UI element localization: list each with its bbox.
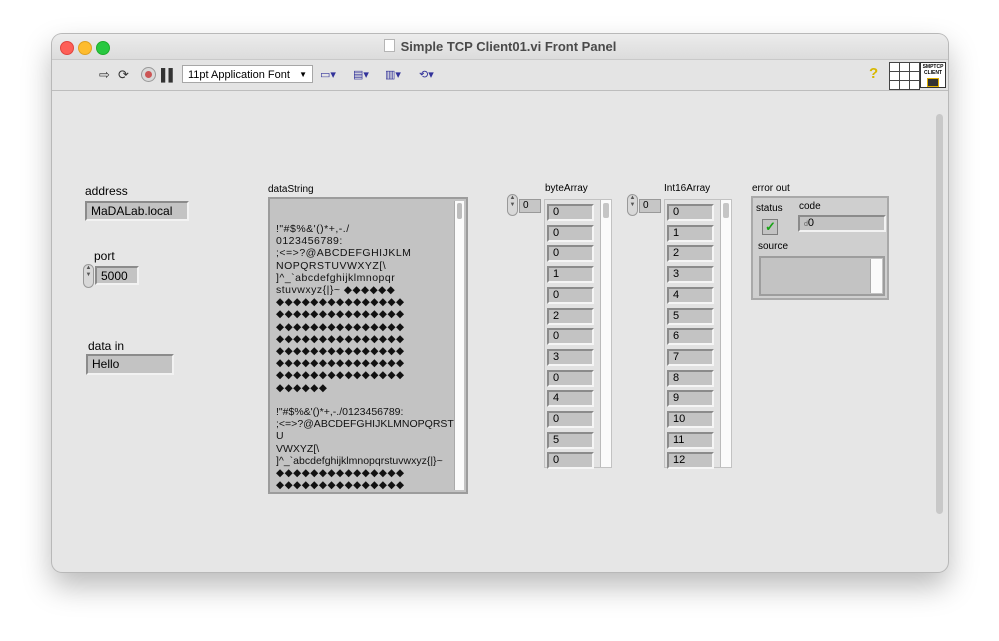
- bytearray-index-increment-icon[interactable]: ▲ ▼: [507, 194, 518, 216]
- int16array-element[interactable]: 8: [667, 369, 714, 387]
- datastring-line: !"#$%&'()*+,-./0123456789:: [276, 406, 404, 419]
- help-icon[interactable]: ?: [869, 65, 878, 83]
- datastring-line: ◆◆◆◆◆◆◆◆◆◆◆◆◆◆◆: [276, 308, 405, 321]
- datastring-line: [276, 394, 454, 406]
- int16array-element[interactable]: 2: [667, 245, 714, 263]
- datastring-line: ]^_`abcdefghijklmnopqr: [276, 271, 396, 284]
- vi-icon[interactable]: SMPTCP CLIENT: [920, 62, 946, 88]
- datastring-line: !"#$%&'()*+,-./: [276, 223, 350, 235]
- resize-objects-icon[interactable]: ▥▾: [385, 66, 409, 84]
- int16array-element[interactable]: 10: [667, 411, 714, 428]
- vertical-scrollbar[interactable]: [936, 114, 943, 514]
- datastring-line: ◆◆◆◆◆◆◆◆◆◆◆◆◆◆◆: [276, 467, 405, 480]
- document-icon: [383, 39, 395, 52]
- int16array-element[interactable]: 7: [667, 348, 714, 366]
- bytearray-element[interactable]: 0: [547, 411, 594, 428]
- bytearray-element[interactable]: 0: [547, 452, 594, 470]
- int16array-element[interactable]: 6: [667, 328, 714, 346]
- code-label: code: [799, 201, 821, 212]
- int16array-element[interactable]: 12: [667, 452, 714, 470]
- status-check-icon[interactable]: [762, 219, 778, 235]
- title-bar: Simple TCP Client01.vi Front Panel: [52, 34, 948, 60]
- front-panel-window: Simple TCP Client01.vi Front Panel ⇨ ⟳ ▌…: [52, 34, 948, 572]
- datastring-label: dataString: [268, 184, 314, 195]
- port-label: port: [94, 249, 115, 263]
- pause-button[interactable]: ▌▌: [161, 66, 177, 84]
- bytearray-element[interactable]: 2: [547, 307, 594, 325]
- int16array-element[interactable]: 11: [667, 431, 714, 449]
- int16array-index-increment-icon[interactable]: ▲ ▼: [627, 194, 638, 216]
- datastring-line: ◆◆◆◆◆◆◆◆◆◆◆◆◆◆◆: [276, 296, 405, 309]
- address-field[interactable]: MaDALab.local: [85, 201, 189, 221]
- datastring-line: ]^_`abcdefghijklmnopqrstuvwxyz{|}~: [276, 454, 443, 467]
- int16array-indicator: 0 1 2 3 4 5 6 7 8 9 10 11 12: [664, 199, 732, 470]
- bytearray-index[interactable]: 0: [519, 199, 541, 213]
- datastring-text: !"#$%&'()*+,-./0123456789: ;<=>?@ABCDEFGH…: [276, 223, 454, 492]
- datastring-line: ◆◆◆◆◆◆◆◆◆◆◆◆◆◆◆: [276, 491, 454, 492]
- datastring-line: stuvwxyz{|}~ ◆◆◆◆◆◆: [276, 284, 396, 297]
- int16array-index[interactable]: 0: [639, 199, 661, 213]
- int16array-element[interactable]: 9: [667, 390, 714, 408]
- bytearray-element[interactable]: 4: [547, 390, 594, 408]
- toolbar: ⇨ ⟳ ▌▌ 11pt Application Font ▼ ▭▾ ▤▾ ▥▾ ⟲…: [52, 60, 948, 91]
- datastring-line: ◆◆◆◆◆◆◆◆◆◆◆◆◆◆◆: [276, 369, 405, 382]
- abort-execution-button[interactable]: [141, 67, 156, 82]
- int16array-element[interactable]: 3: [667, 266, 714, 284]
- data-in-label: data in: [88, 339, 125, 353]
- bytearray-scrollbar[interactable]: [600, 200, 611, 467]
- datastring-line: VWXYZ[\: [276, 442, 320, 455]
- datastring-indicator[interactable]: !"#$%&'()*+,-./0123456789: ;<=>?@ABCDEFGH…: [268, 197, 468, 494]
- datastring-line: 0123456789:: [276, 235, 343, 248]
- datastring-line: ◆◆◆◆◆◆◆◆◆◆◆◆◆◆◆: [276, 320, 405, 333]
- window-title: Simple TCP Client01.vi Front Panel: [52, 39, 948, 54]
- run-continuously-icon[interactable]: ⟳: [118, 66, 134, 84]
- int16array-label: Int16Array: [664, 183, 711, 194]
- data-in-field[interactable]: Hello: [86, 354, 174, 375]
- error-out-label: error out: [752, 183, 790, 194]
- datastring-line: ◆◆◆◆◆◆◆◆◆◆◆◆◆◆◆: [276, 357, 405, 370]
- bytearray-element[interactable]: 0: [547, 245, 594, 263]
- reorder-icon[interactable]: ⟲▾: [419, 66, 443, 84]
- datastring-line: NOPQRSTUVWXYZ[\: [276, 259, 387, 272]
- int16array-element[interactable]: 1: [667, 224, 714, 242]
- chevron-down-icon: ▼: [299, 70, 307, 79]
- source-label: source: [758, 241, 789, 252]
- run-arrow-icon[interactable]: ⇨: [99, 66, 113, 84]
- source-field[interactable]: [759, 256, 885, 296]
- int16array-element[interactable]: 5: [667, 307, 714, 325]
- code-field[interactable]: d0: [798, 215, 886, 232]
- datastring-line: ◆◆◆◆◆◆◆◆◆◆◆◆◆◆◆: [276, 479, 405, 492]
- vi-glyph-icon: [927, 78, 939, 87]
- int16array-element[interactable]: 4: [667, 286, 714, 304]
- bytearray-label: byteArray: [545, 183, 588, 194]
- status-label: status: [756, 203, 783, 214]
- bytearray-element[interactable]: 0: [547, 328, 594, 346]
- bytearray-element[interactable]: 0: [547, 224, 594, 242]
- bytearray-element[interactable]: 5: [547, 431, 594, 449]
- connector-pane-icon[interactable]: [889, 62, 920, 90]
- distribute-objects-icon[interactable]: ▤▾: [353, 66, 377, 84]
- int16array-element[interactable]: 0: [667, 204, 714, 221]
- front-panel: address MaDALab.local port ▲ ▼ 5000 data …: [52, 91, 938, 561]
- error-out-cluster: status code d0 source: [751, 196, 889, 300]
- bytearray-element[interactable]: 0: [547, 369, 594, 387]
- datastring-line: ◆◆◆◆◆◆◆◆◆◆◆◆◆◆◆: [276, 345, 405, 358]
- port-field[interactable]: 5000: [95, 266, 139, 285]
- font-select[interactable]: 11pt Application Font ▼: [182, 65, 313, 83]
- datastring-line: ◆◆◆◆◆◆: [276, 381, 328, 394]
- bytearray-indicator: 0 0 0 1 0 2 0 3 0 4 0 5 0: [544, 199, 612, 470]
- int16array-scrollbar[interactable]: [720, 200, 731, 467]
- bytearray-element[interactable]: 1: [547, 266, 594, 284]
- datastring-line: ◆◆◆◆◆◆◆◆◆◆◆◆◆◆◆: [276, 332, 405, 345]
- datastring-scrollbar[interactable]: [454, 201, 464, 490]
- bytearray-element[interactable]: 3: [547, 348, 594, 366]
- address-label: address: [85, 184, 128, 198]
- datastring-line: ;<=>?@ABCDEFGHIJKLMNOPQRSTU: [276, 418, 454, 443]
- bytearray-element[interactable]: 0: [547, 286, 594, 304]
- bytearray-element[interactable]: 0: [547, 204, 594, 221]
- datastring-line: ;<=>?@ABCDEFGHIJKLM: [276, 247, 412, 260]
- port-increment-icon[interactable]: ▲ ▼: [83, 264, 94, 288]
- align-objects-icon[interactable]: ▭▾: [320, 66, 344, 84]
